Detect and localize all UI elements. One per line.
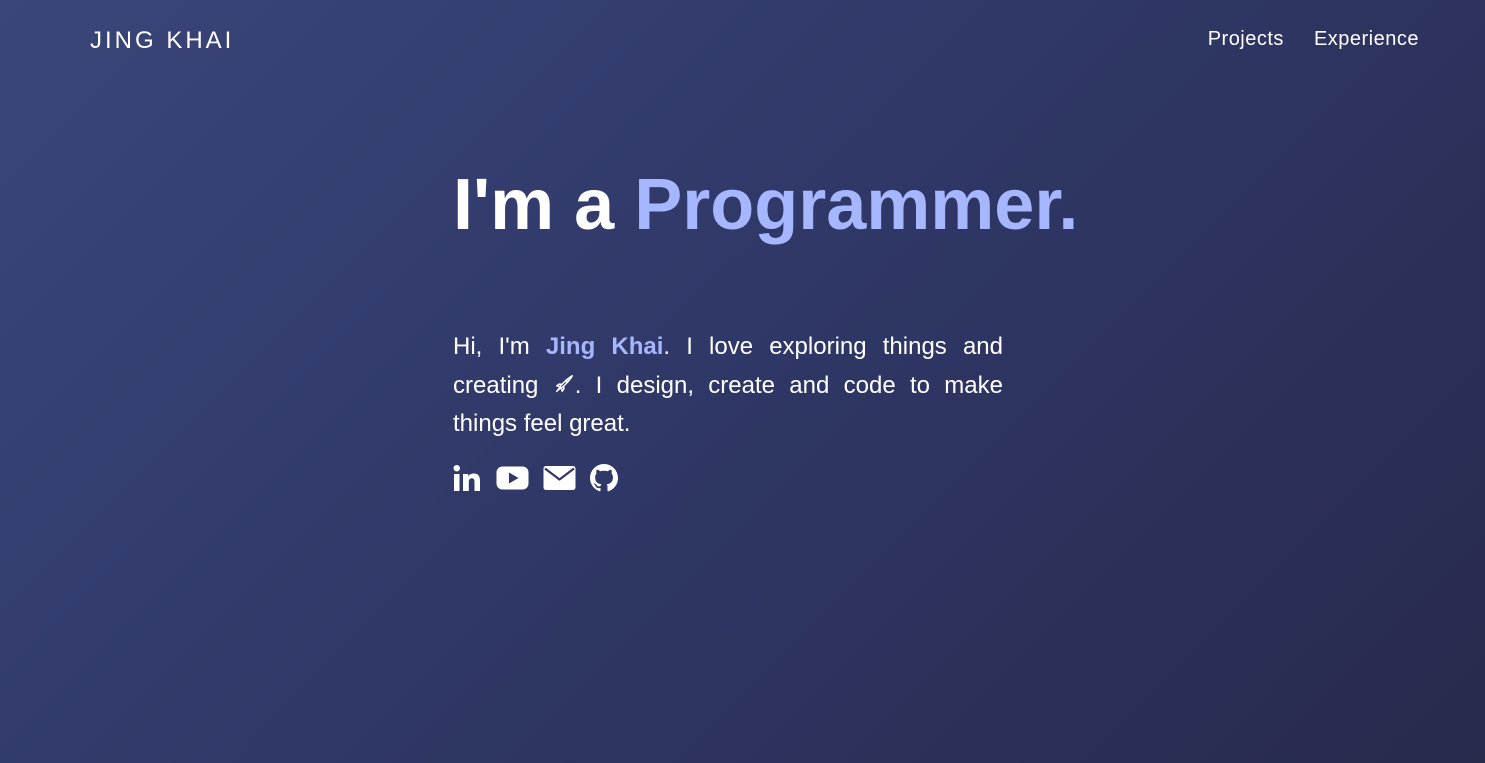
github-icon <box>590 463 618 492</box>
rocket-icon <box>553 369 575 392</box>
headline-prefix: I'm a <box>453 165 635 245</box>
intro-name: Jing Khai <box>545 333 664 360</box>
nav-link-projects[interactable]: Projects <box>1208 28 1284 51</box>
headline-role: Programmer. <box>634 165 1079 245</box>
hero-headline: I'm a Programmer. <box>453 160 1078 250</box>
intro-text-start: Hi, I'm <box>453 333 546 360</box>
nav-link-experience[interactable]: Experience <box>1314 28 1419 51</box>
github-link[interactable] <box>590 463 618 492</box>
youtube-icon <box>496 466 529 490</box>
email-link[interactable] <box>543 465 576 491</box>
social-links <box>453 463 1013 492</box>
site-logo-link[interactable]: JING KHAI <box>90 27 234 55</box>
intro-paragraph: Hi, I'm Jing Khai. I love exploring thin… <box>453 328 1003 444</box>
nav-links: Projects Experience <box>1208 28 1419 51</box>
top-navigation: JING KHAI Projects Experience <box>0 0 1485 80</box>
linkedin-link[interactable] <box>453 464 482 492</box>
linkedin-icon <box>453 464 482 492</box>
youtube-link[interactable] <box>496 466 529 490</box>
email-icon <box>543 465 576 491</box>
hero-section: I'm a Programmer. Hi, I'm Jing Khai. I l… <box>453 160 1078 492</box>
